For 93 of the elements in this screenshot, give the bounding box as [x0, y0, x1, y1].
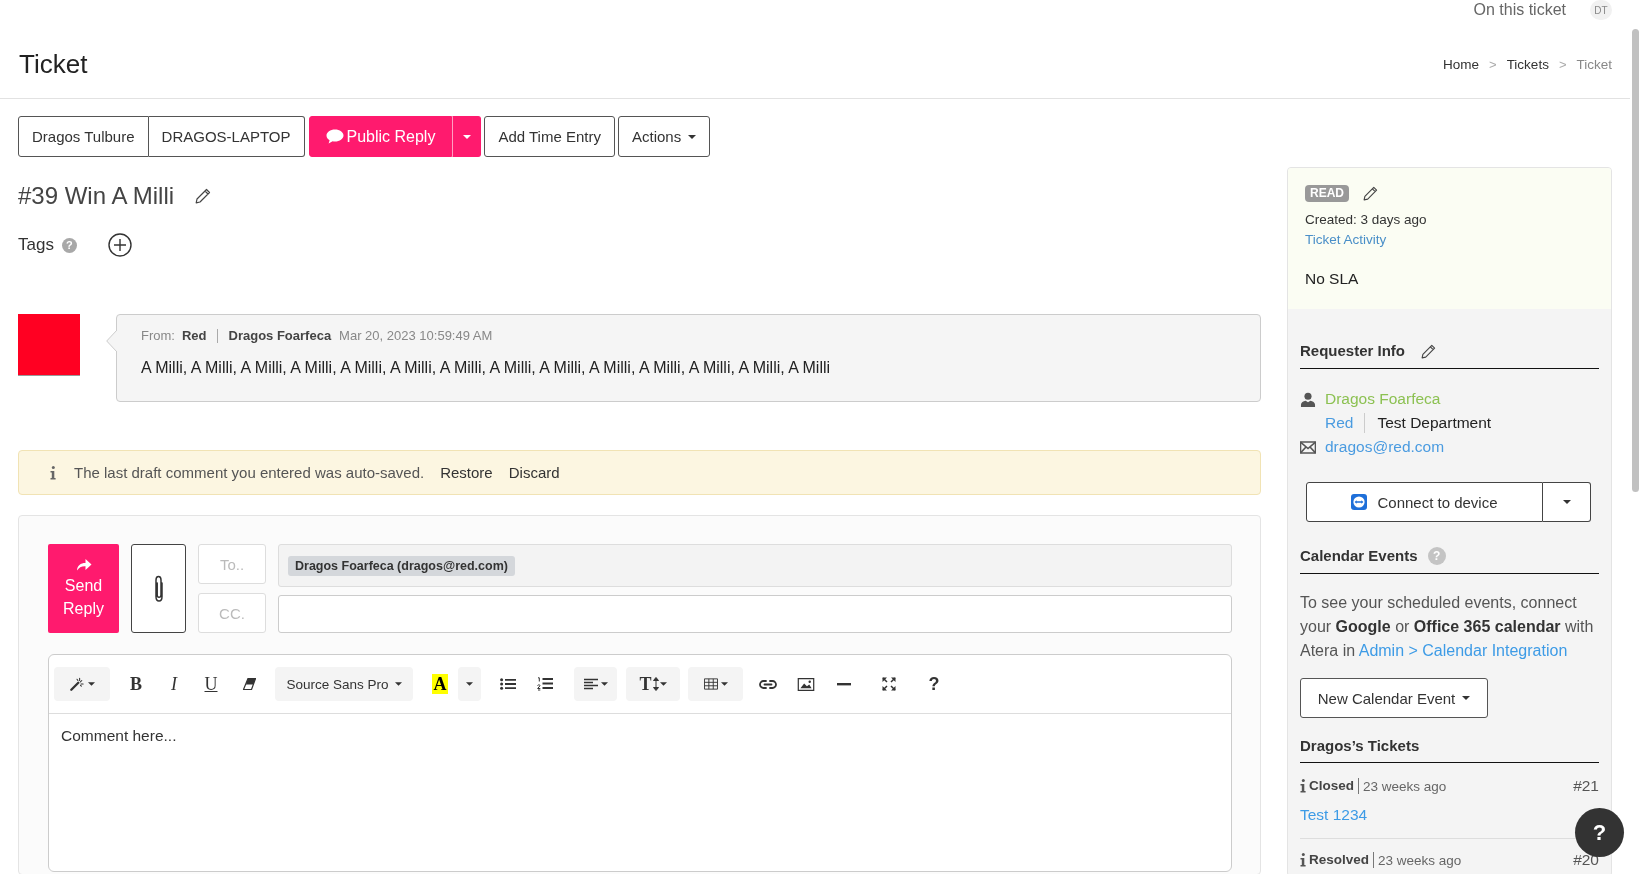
toolbar-button[interactable]: DRAGOS-LAPTOP — [148, 116, 306, 157]
ticket-age: 23 weeks ago — [1363, 778, 1447, 794]
tags-label: Tags — [18, 235, 54, 255]
share-arrow-icon — [75, 557, 92, 571]
sender-name: Red — [181, 329, 218, 343]
underline-button[interactable]: U — [196, 667, 226, 701]
dropdown-toggle-button[interactable] — [1543, 482, 1591, 522]
font-select[interactable]: Source Sans Pro — [275, 667, 413, 701]
image-icon — [797, 677, 815, 691]
info-icon — [1300, 779, 1306, 793]
comment-editor[interactable]: B I U Source Sans Pro A T ? Comment here... — [48, 654, 1232, 872]
pencil-icon[interactable] — [1363, 186, 1378, 201]
author-name: Dragos Foarfeca — [228, 327, 332, 345]
caret-icon — [88, 682, 95, 686]
recipient-chip[interactable]: Dragos Foarfeca (dragos@red.com) — [288, 555, 515, 576]
connect-button[interactable]: Connect to device — [1306, 482, 1543, 522]
send-reply-button[interactable]: Send Reply — [48, 544, 119, 633]
ticket-status: Resolved — [1309, 852, 1375, 868]
numbered-list-icon — [537, 677, 553, 691]
breadcrumb-current: Ticket — [1576, 56, 1612, 72]
bold-button[interactable]: B — [121, 667, 151, 701]
caret-icon — [720, 682, 728, 686]
align-left-icon — [583, 678, 598, 690]
caret-icon — [394, 682, 402, 686]
bullet-list-icon — [500, 677, 516, 691]
message-body: A Milli, A Milli, A Milli, A Milli, A Milli, A Milli, A Milli, A Milli, A Milli, A Milli, A Milli, A Milli, A Milli, A Milli — [141, 358, 832, 378]
caret-icon — [466, 682, 473, 686]
caret-icon — [659, 682, 667, 686]
notice-link[interactable]: Discard — [508, 464, 560, 481]
expand-arrows-icon — [882, 677, 896, 691]
section-heading: Requester Info — [1300, 341, 1405, 361]
to-field[interactable]: Dragos Foarfeca (dragos@red.com) — [278, 544, 1232, 587]
eraser-icon — [242, 678, 256, 690]
color-dropdown-button[interactable] — [458, 667, 481, 701]
avatar-image — [18, 314, 80, 376]
ticket-status: Closed — [1309, 778, 1359, 794]
attach-button[interactable] — [131, 544, 186, 633]
info-icon — [1300, 853, 1306, 867]
message-timestamp: Mar 20, 2023 10:59:49 AM — [339, 327, 493, 345]
italic-button[interactable]: I — [159, 667, 189, 701]
notice-link[interactable]: Restore — [440, 464, 493, 481]
breadcrumb-link[interactable]: Home — [1443, 56, 1480, 72]
caret-icon — [688, 134, 697, 139]
chain-link-icon — [759, 677, 777, 691]
cc-field[interactable] — [278, 595, 1232, 633]
plus-circle-icon[interactable] — [107, 233, 132, 257]
pencil-icon[interactable] — [1421, 343, 1436, 359]
toolbar-button[interactable]: Add Time Entry — [484, 116, 615, 157]
breadcrumb-separator: > — [1558, 56, 1567, 72]
actions-dropdown-button[interactable]: Actions — [617, 116, 711, 157]
editor-help-button[interactable]: ? — [919, 667, 949, 701]
circle-arrows-icon — [1351, 494, 1368, 510]
style-menu-button[interactable] — [54, 667, 110, 701]
created-text: Created: 3 days ago — [1305, 211, 1428, 229]
toolbar-button[interactable]: Dragos Tulbure — [18, 116, 149, 157]
chat-bubble-icon — [326, 129, 345, 144]
status-badge: READ — [1305, 185, 1349, 202]
pencil-icon[interactable] — [195, 188, 212, 204]
info-icon — [50, 465, 56, 480]
breadcrumb-separator: > — [1489, 56, 1497, 72]
department-text: Test Department — [1377, 414, 1492, 432]
paperclip-icon — [152, 574, 165, 603]
sla-text: No SLA — [1305, 269, 1360, 289]
caret-icon — [1462, 696, 1471, 700]
envelope-icon — [1300, 439, 1316, 455]
magic-wand-icon — [69, 677, 85, 691]
text-size-button[interactable]: T — [626, 667, 680, 701]
minus-line-icon — [837, 682, 851, 686]
section-heading: Calendar Events — [1300, 546, 1418, 566]
caret-icon — [600, 682, 608, 686]
highlight-button[interactable]: A — [432, 674, 448, 694]
from-label: From: — [141, 327, 175, 345]
presence-label: On this ticket — [1473, 1, 1566, 19]
page-title: Ticket — [19, 48, 88, 80]
scrollbar-thumb[interactable] — [1632, 29, 1639, 492]
section-heading: Dragos’s Tickets — [1300, 736, 1420, 756]
align-menu-button[interactable] — [574, 667, 617, 701]
calendar-hint: To see your scheduled events, connect your Google or Office 365 calendar with Atera in Admin > Calendar Integration — [1300, 593, 1595, 661]
person-icon — [1300, 391, 1316, 407]
breadcrumb-link[interactable]: Tickets — [1506, 56, 1549, 72]
reply-button[interactable]: Public Reply — [309, 116, 453, 157]
dropdown-toggle-button[interactable] — [452, 116, 482, 157]
caret-icon — [1562, 500, 1571, 504]
table-menu-button[interactable] — [688, 667, 743, 701]
new-event-button[interactable]: New Calendar Event — [1300, 678, 1488, 718]
ticket-number: #21 — [1573, 777, 1599, 795]
notice-text: The last draft comment you entered was auto-saved. — [74, 464, 425, 481]
caret-icon — [462, 134, 471, 139]
comment-field[interactable]: Comment here... — [49, 714, 1231, 871]
table-grid-icon — [703, 678, 718, 690]
ticket-title: #39 Win A Milli — [18, 181, 175, 211]
ticket-age: 23 weeks ago — [1378, 852, 1462, 868]
ticket-activity-link[interactable]: Ticket Activity — [1305, 230, 1594, 250]
